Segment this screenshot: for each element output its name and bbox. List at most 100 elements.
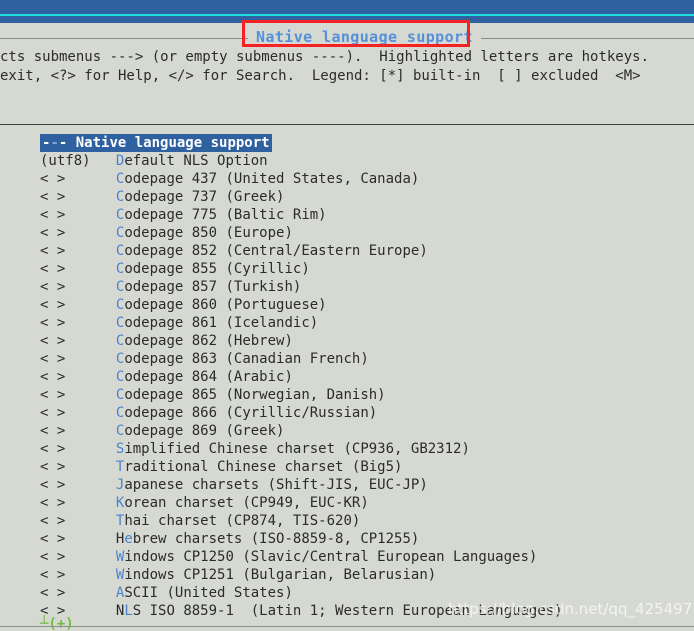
menu-item-label: odepage 857 (Turkish) — [124, 279, 302, 295]
menu-item-label: orean charset (CP949, EUC-KR) — [124, 495, 369, 511]
menu-item[interactable]: < > Japanese charsets (Shift-JIS, EUC-JP… — [0, 476, 694, 494]
menu-item[interactable]: < > Hebrew charsets (ISO-8859-8, CP1255) — [0, 530, 694, 548]
menu-item-gap — [65, 387, 116, 403]
menu-item-state-tag: < > — [40, 207, 66, 223]
menu-item-label: brew charsets (ISO-8859-8, CP1255) — [132, 531, 420, 547]
menu-item-gap — [65, 531, 116, 547]
menu-item-gap — [65, 441, 116, 457]
menu-item-gap — [65, 351, 116, 367]
menu-item-gap — [65, 225, 116, 241]
menu-item-label: odepage 737 (Greek) — [124, 189, 285, 205]
menu-item[interactable]: < > Simplified Chinese charset (CP936, G… — [0, 440, 694, 458]
menu-item[interactable]: < > Codepage 862 (Hebrew) — [0, 332, 694, 350]
menu-item[interactable]: < > Codepage 855 (Cyrillic) — [0, 260, 694, 278]
menu-item[interactable]: < > Codepage 775 (Baltic Rim) — [0, 206, 694, 224]
menu-item-label: S ISO 8859-1 (Latin 1; Western European … — [132, 603, 563, 619]
menu-item[interactable]: < > Codepage 852 (Central/Eastern Europe… — [0, 242, 694, 260]
dialog-frame-separator — [0, 124, 694, 125]
menu-item-gap — [65, 477, 116, 493]
menu-item[interactable]: < > Codepage 737 (Greek) — [0, 188, 694, 206]
menu-item-state-tag: < > — [40, 351, 66, 367]
menu-item-label: indows CP1250 (Slavic/Central European L… — [124, 549, 538, 565]
menu-item-state-tag: < > — [40, 531, 66, 547]
dialog-frame-bottom-border — [0, 626, 694, 627]
menu-item-gap — [65, 459, 116, 475]
menu-item[interactable]: < > Codepage 864 (Arabic) — [0, 368, 694, 386]
menu-item-label: odepage 869 (Greek) — [124, 423, 285, 439]
menu-item[interactable]: < > Codepage 860 (Portuguese) — [0, 296, 694, 314]
menu-item[interactable]: < > Codepage 850 (Europe) — [0, 224, 694, 242]
menu-item-label: SCII (United States) — [124, 585, 293, 601]
menu-item-gap — [65, 405, 116, 421]
menu-item-state-tag: (utf8) — [40, 153, 91, 169]
titlebar-accent-line — [0, 14, 694, 16]
menu-item-gap — [65, 261, 116, 277]
menu-item-gap — [65, 279, 116, 295]
menu-item-label: apanese charsets (Shift-JIS, EUC-JP) — [124, 477, 428, 493]
menu-item-hotkey-letter: e — [124, 531, 133, 547]
menu-item-state-tag: < > — [40, 387, 66, 403]
menu-item[interactable]: < > Codepage 866 (Cyrillic/Russian) — [0, 404, 694, 422]
menu-item[interactable]: < > Codepage 863 (Canadian French) — [0, 350, 694, 368]
menu-item-gap — [65, 315, 116, 331]
menu-item-label: odepage 437 (United States, Canada) — [124, 171, 420, 187]
menu-item[interactable]: < > Traditional Chinese charset (Big5) — [0, 458, 694, 476]
menu-item-state-tag: < > — [40, 423, 66, 439]
menu-item-label: odepage 864 (Arabic) — [124, 369, 293, 385]
menu-item-label: raditional Chinese charset (Big5) — [124, 459, 403, 475]
menu-item-gap — [65, 333, 116, 349]
menu-item[interactable]: < > Codepage 869 (Greek) — [0, 422, 694, 440]
menu-item-state-tag: < > — [40, 585, 66, 601]
menu-item-label: indows CP1251 (Bulgarian, Belarusian) — [124, 567, 437, 583]
menu-item-label: odepage 863 (Canadian French) — [124, 351, 369, 367]
annotation-rectangle — [242, 20, 470, 47]
menu-item-state-tag: < > — [40, 261, 66, 277]
menu-list: --- Native language support (utf8) Defaul… — [0, 134, 694, 620]
menu-item-gap — [65, 171, 116, 187]
menu-item-state-tag: < > — [40, 405, 66, 421]
menu-item-state-tag: < > — [40, 243, 66, 259]
menu-item[interactable]: --- Native language support — [0, 134, 694, 152]
menu-item[interactable]: (utf8) Default NLS Option — [0, 152, 694, 170]
menu-item[interactable]: < > Thai charset (CP874, TIS-620) — [0, 512, 694, 530]
menu-item-gap — [65, 243, 116, 259]
menu-item-state-tag: < > — [40, 513, 66, 529]
menu-item-gap — [65, 207, 116, 223]
menu-item-state-tag: < > — [40, 369, 66, 385]
menu-item[interactable]: < > Codepage 861 (Icelandic) — [0, 314, 694, 332]
menu-item-state-tag: < > — [40, 477, 66, 493]
menu-item[interactable]: < > Windows CP1251 (Bulgarian, Belarusia… — [0, 566, 694, 584]
menu-item[interactable]: < > Korean charset (CP949, EUC-KR) — [0, 494, 694, 512]
scroll-indicator[interactable]: ┴(+) — [40, 617, 74, 631]
menu-item-state-tag: < > — [40, 279, 66, 295]
menu-item-selected-label: --- Native language support — [40, 134, 272, 152]
menu-item[interactable]: < > Codepage 857 (Turkish) — [0, 278, 694, 296]
menu-item[interactable]: < > Codepage 865 (Norwegian, Danish) — [0, 386, 694, 404]
menu-item[interactable]: < > ASCII (United States) — [0, 584, 694, 602]
menu-item-label: odepage 850 (Europe) — [124, 225, 293, 241]
help-text-line-2: exit, <?> for Help, </> for Search. Lege… — [0, 68, 641, 84]
menu-item-gap — [91, 153, 116, 169]
menu-item-gap — [65, 585, 116, 601]
menu-item-label: implified Chinese charset (CP936, GB2312… — [124, 441, 470, 457]
menu-item-state-tag: < > — [40, 189, 66, 205]
menu-item-gap — [65, 495, 116, 511]
terminal-screen: Native language support cts submenus ---… — [0, 0, 694, 631]
menu-item[interactable]: < > NLS ISO 8859-1 (Latin 1; Western Eur… — [0, 602, 694, 620]
menu-item[interactable]: < > Codepage 437 (United States, Canada) — [0, 170, 694, 188]
menu-item-label: odepage 775 (Baltic Rim) — [124, 207, 327, 223]
menu-item-gap — [65, 549, 116, 565]
menu-item-state-tag: < > — [40, 315, 66, 331]
menu-item-state-tag: < > — [40, 441, 66, 457]
menu-item-state-tag: < > — [40, 225, 66, 241]
menu-item-label: odepage 860 (Portuguese) — [124, 297, 327, 313]
menu-item[interactable]: < > Windows CP1250 (Slavic/Central Europ… — [0, 548, 694, 566]
menu-item-gap — [65, 423, 116, 439]
menu-item-label: odepage 861 (Icelandic) — [124, 315, 319, 331]
help-text-line-1: cts submenus ---> (or empty submenus ---… — [0, 49, 650, 65]
menu-item-gap — [65, 189, 116, 205]
menu-item-label: odepage 852 (Central/Eastern Europe) — [124, 243, 428, 259]
menu-item-label: efault NLS Option — [124, 153, 268, 169]
menu-item-state-tag: < > — [40, 333, 66, 349]
menu-item-state-tag: < > — [40, 297, 66, 313]
